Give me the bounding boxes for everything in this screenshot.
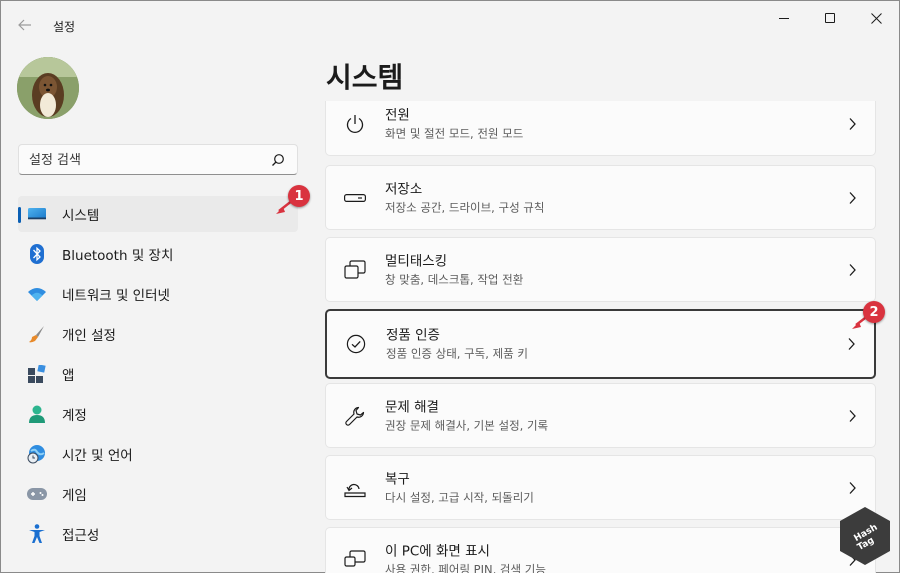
card-title: 문제 해결: [385, 399, 439, 415]
check-circle-icon: [345, 333, 367, 355]
card-power[interactable]: 전원 화면 및 절전 모드, 전원 모드: [325, 101, 876, 156]
annotation-badge-2: 2: [863, 301, 885, 323]
sidebar-item-gaming[interactable]: 게임: [18, 476, 298, 512]
minimize-button[interactable]: [761, 1, 807, 35]
wrench-icon: [344, 405, 366, 427]
card-subtitle: 창 맞춤, 데스크톱, 작업 전환: [385, 272, 524, 286]
maximize-button[interactable]: [807, 1, 853, 35]
card-title: 복구: [385, 471, 410, 487]
page-title: 시스템: [326, 61, 404, 94]
sidebar-item-accessibility[interactable]: 접근성: [18, 516, 298, 552]
chevron-right-icon: [849, 481, 856, 494]
selection-indicator: [18, 207, 21, 223]
card-storage[interactable]: 저장소 저장소 공간, 드라이브, 구성 규칙: [325, 165, 876, 230]
maximize-icon: [825, 13, 835, 23]
minimize-icon: [779, 17, 789, 19]
back-button[interactable]: [11, 11, 39, 39]
card-project-to-pc[interactable]: 이 PC에 화면 표시 사용 권한, 페어링 PIN, 검색 기능: [325, 527, 876, 573]
person-icon: [27, 404, 47, 424]
chevron-right-icon: [849, 409, 856, 422]
settings-search[interactable]: [18, 144, 298, 175]
card-troubleshoot[interactable]: 문제 해결 권장 문제 해결사, 기본 설정, 기록: [325, 383, 876, 448]
sidebar-item-time-language[interactable]: 시간 및 언어: [18, 436, 298, 472]
project-icon: [344, 549, 366, 571]
sidebar-item-label: 시간 및 언어: [62, 448, 133, 464]
sidebar-item-label: Bluetooth 및 장치: [62, 248, 174, 264]
card-title: 이 PC에 화면 표시: [385, 543, 490, 559]
multitasking-icon: [344, 259, 366, 281]
brush-icon: [27, 324, 47, 344]
storage-icon: [344, 187, 366, 209]
card-subtitle: 화면 및 절전 모드, 전원 모드: [385, 126, 524, 140]
dog-photo: [17, 57, 79, 119]
card-title: 저장소: [385, 181, 423, 197]
card-activation[interactable]: 정품 인증 정품 인증 상태, 구독, 제품 키: [325, 309, 876, 379]
sidebar-item-apps[interactable]: 앱: [18, 356, 298, 392]
sidebar-item-system[interactable]: 시스템: [18, 196, 298, 232]
sidebar-item-label: 네트워크 및 인터넷: [62, 288, 170, 304]
monitor-icon: [27, 204, 47, 224]
card-title: 정품 인증: [386, 327, 440, 344]
power-icon: [344, 113, 366, 135]
chevron-right-icon: [849, 263, 856, 276]
app-title: 설정: [53, 20, 76, 34]
bluetooth-icon: [27, 244, 47, 264]
sidebar-item-label: 계정: [62, 408, 87, 424]
back-arrow-icon: [18, 19, 31, 31]
chevron-right-icon: [849, 191, 856, 204]
chevron-right-icon: [849, 117, 856, 130]
hashtag-watermark-logo: Hash Tag: [840, 507, 890, 565]
card-title: 전원: [385, 107, 410, 123]
apps-icon: [27, 364, 47, 384]
sidebar-item-label: 앱: [62, 368, 75, 384]
sidebar-item-label: 시스템: [62, 208, 100, 224]
card-subtitle: 다시 설정, 고급 시작, 되돌리기: [385, 490, 534, 504]
sidebar-item-bluetooth[interactable]: Bluetooth 및 장치: [18, 236, 298, 272]
title-bar: 설정: [1, 1, 899, 49]
card-multitasking[interactable]: 멀티태스킹 창 맞춤, 데스크톱, 작업 전환: [325, 237, 876, 302]
sidebar-nav: 시스템 Bluetooth 및 장치 네트워크 및 인터넷 개인 설정 앱 계정…: [18, 196, 298, 556]
settings-list: 전원 화면 및 절전 모드, 전원 모드 저장소 저장소 공간, 드라이브, 구…: [325, 101, 877, 573]
sidebar-item-accounts[interactable]: 계정: [18, 396, 298, 432]
card-recovery[interactable]: 복구 다시 설정, 고급 시작, 되돌리기: [325, 455, 876, 520]
card-subtitle: 권장 문제 해결사, 기본 설정, 기록: [385, 418, 549, 432]
card-subtitle: 저장소 공간, 드라이브, 구성 규칙: [385, 200, 545, 214]
close-icon: [870, 12, 882, 24]
chevron-right-icon: [848, 338, 855, 350]
recovery-icon: [344, 477, 366, 499]
avatar[interactable]: [17, 57, 79, 119]
search-icon[interactable]: [271, 153, 285, 167]
sidebar-item-personalization[interactable]: 개인 설정: [18, 316, 298, 352]
close-button[interactable]: [853, 1, 899, 35]
sidebar-item-network[interactable]: 네트워크 및 인터넷: [18, 276, 298, 312]
search-input[interactable]: [29, 151, 269, 169]
wifi-icon: [27, 284, 47, 304]
accessibility-icon: [27, 524, 47, 544]
gamepad-icon: [27, 484, 47, 504]
sidebar-item-label: 게임: [62, 488, 87, 504]
card-subtitle: 정품 인증 상태, 구독, 제품 키: [386, 346, 528, 361]
card-title: 멀티태스킹: [385, 253, 448, 269]
annotation-badge-1: 1: [288, 185, 310, 207]
globe-clock-icon: [27, 444, 47, 464]
sidebar-item-label: 개인 설정: [62, 328, 116, 344]
sidebar-item-label: 접근성: [62, 528, 100, 544]
card-subtitle: 사용 권한, 페어링 PIN, 검색 기능: [385, 562, 546, 573]
